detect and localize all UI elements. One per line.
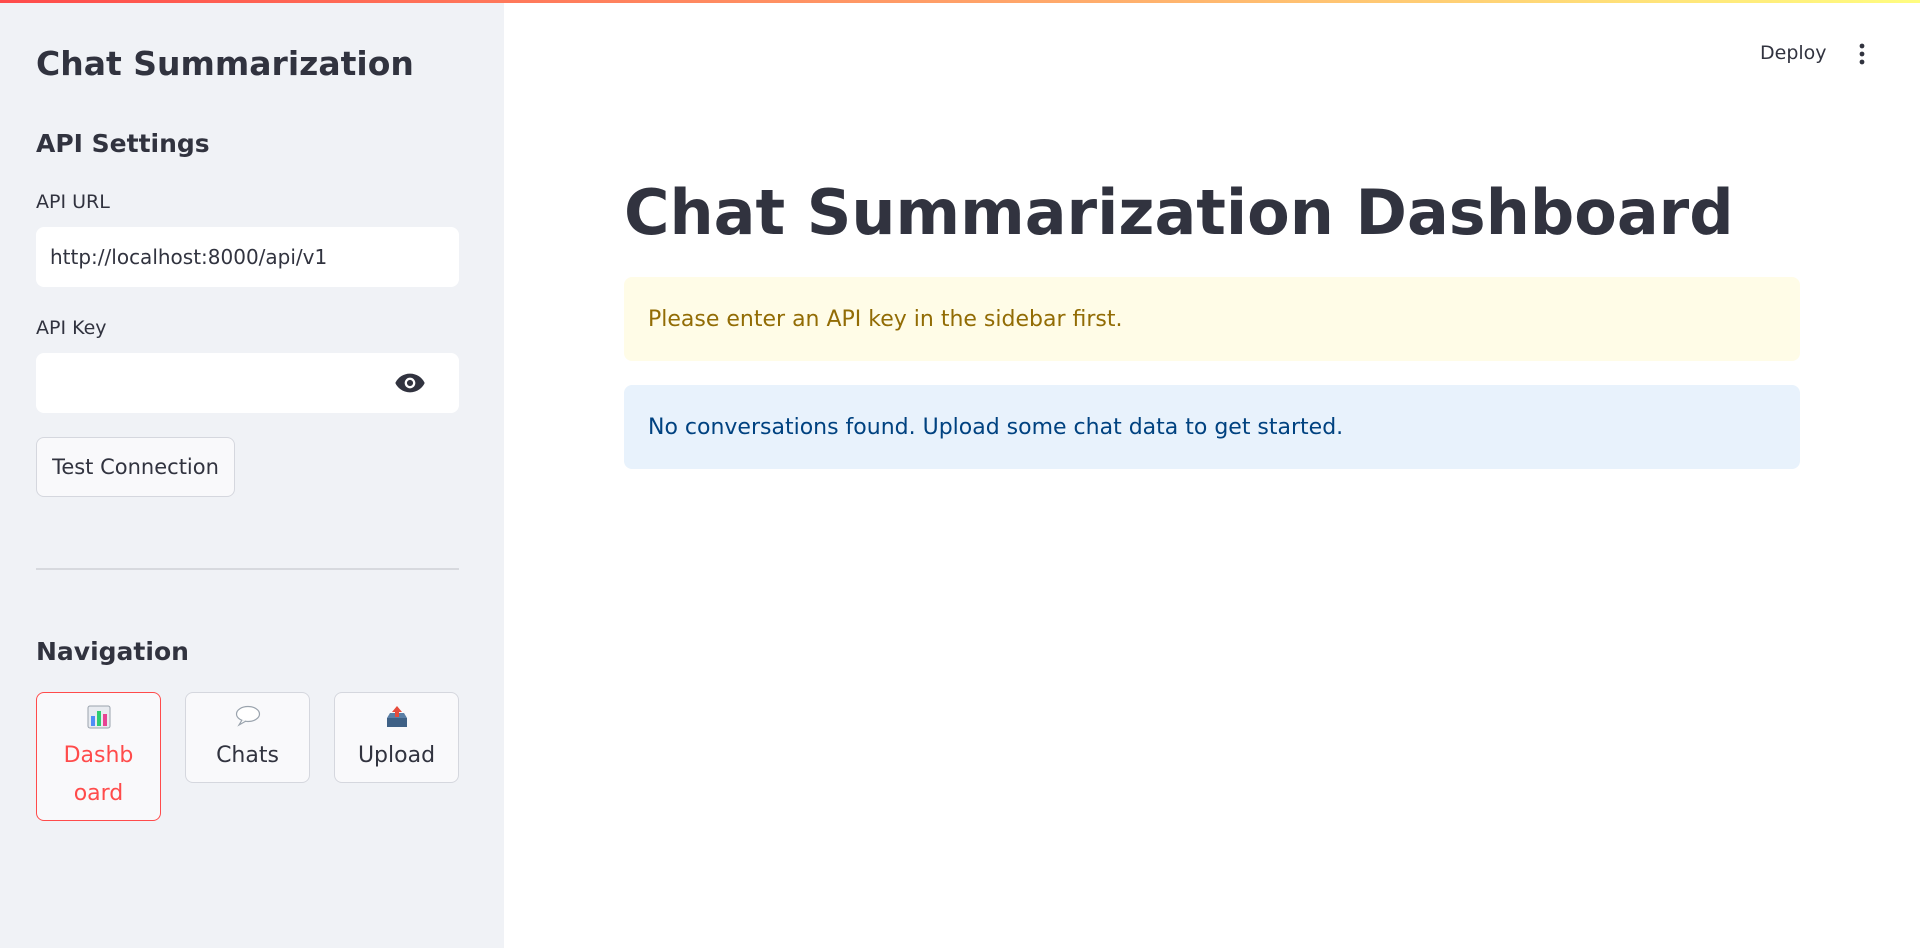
- api-url-input[interactable]: [36, 227, 459, 287]
- sidebar-divider: [36, 568, 459, 570]
- api-key-label: API Key: [36, 317, 107, 339]
- nav-button-chats[interactable]: Chats: [185, 692, 310, 783]
- nav-button-upload[interactable]: Upload: [334, 692, 459, 783]
- warning-alert: Please enter an API key in the sidebar f…: [624, 277, 1800, 361]
- nav-label-dashboard: Dashboard: [63, 743, 134, 806]
- api-settings-heading: API Settings: [36, 129, 210, 158]
- speech-bubble-icon: [235, 705, 261, 733]
- top-decoration-bar: [0, 0, 1920, 3]
- nav-label-chats: Chats: [216, 743, 279, 768]
- nav-label-upload: Upload: [357, 743, 436, 768]
- info-alert: No conversations found. Upload some chat…: [624, 385, 1800, 469]
- sidebar: Chat Summarization API Settings API URL …: [0, 0, 504, 948]
- test-connection-button[interactable]: Test Connection: [36, 437, 235, 497]
- sidebar-title: Chat Summarization: [36, 44, 414, 83]
- eye-icon[interactable]: [394, 371, 426, 395]
- deploy-button[interactable]: Deploy: [1760, 42, 1827, 64]
- bar-chart-icon: [87, 705, 111, 733]
- outbox-upload-icon: [385, 705, 409, 733]
- info-alert-text: No conversations found. Upload some chat…: [648, 414, 1344, 440]
- more-options-icon[interactable]: [1854, 42, 1870, 66]
- navigation-heading: Navigation: [36, 637, 189, 666]
- nav-button-dashboard[interactable]: Dashboard: [36, 692, 161, 821]
- page-title: Chat Summarization Dashboard: [624, 176, 1734, 249]
- warning-alert-text: Please enter an API key in the sidebar f…: [648, 306, 1123, 332]
- api-url-label: API URL: [36, 191, 110, 213]
